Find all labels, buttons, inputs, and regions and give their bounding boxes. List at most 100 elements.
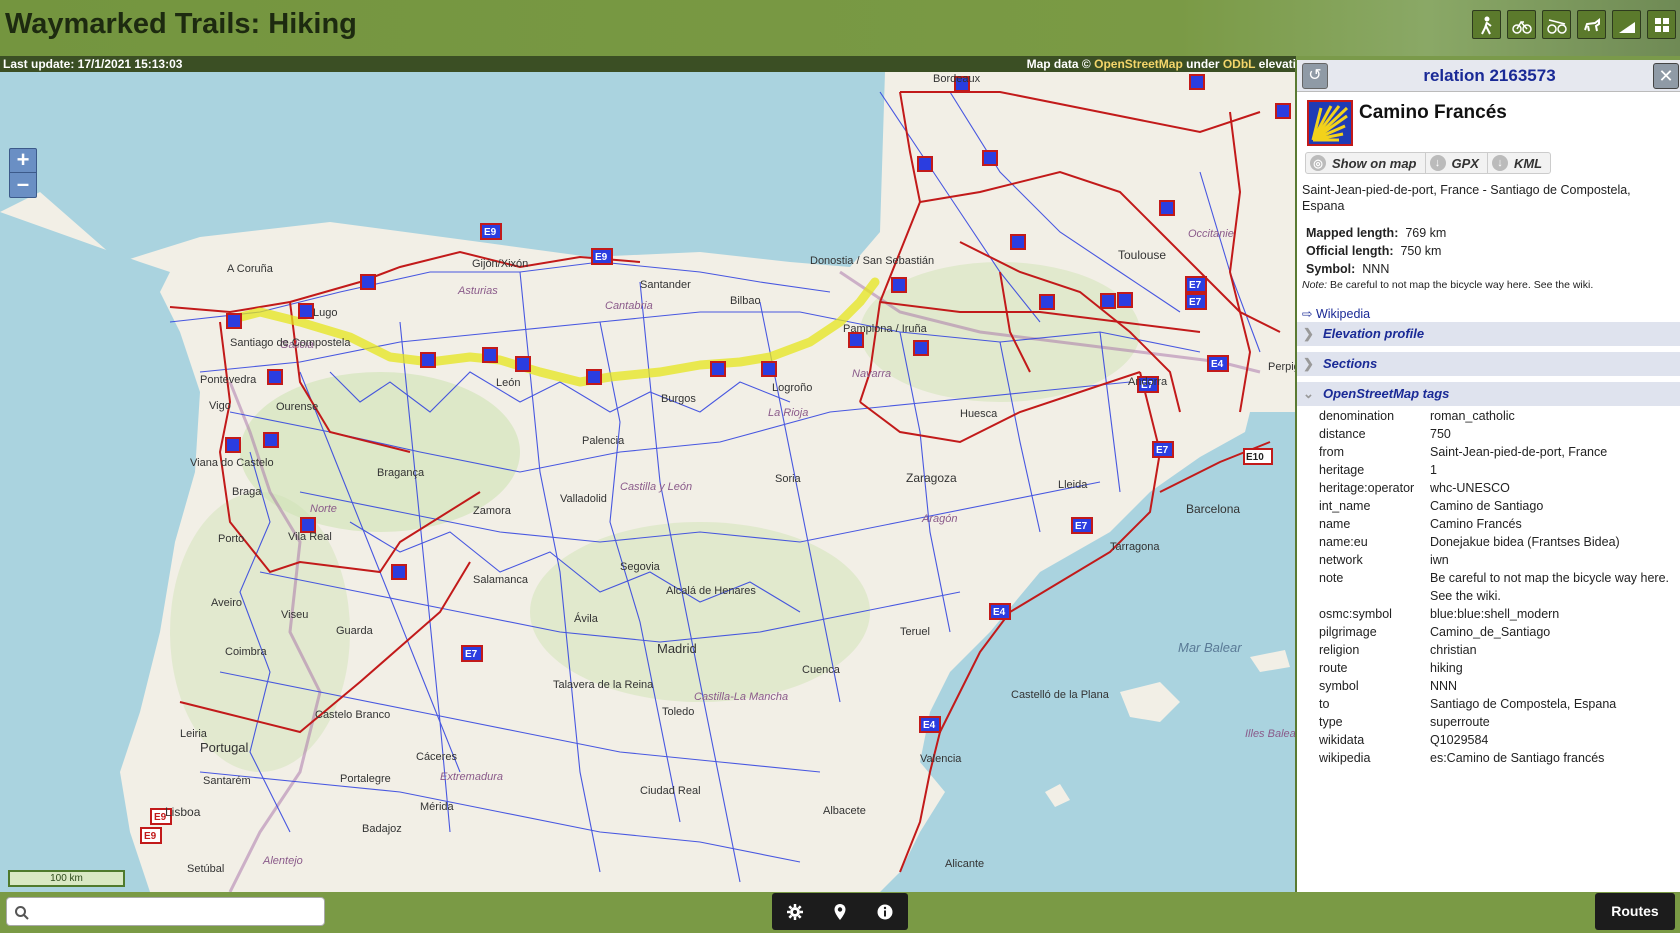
tag-row: heritage 1 xyxy=(1319,461,1674,479)
place-label: Segovia xyxy=(620,561,661,573)
tag-key: name xyxy=(1319,517,1351,531)
place-label: Madrid xyxy=(657,641,697,656)
menorca-island xyxy=(1250,650,1290,672)
download-icon: ↓ xyxy=(1491,155,1508,171)
tag-value: Camino Francés xyxy=(1430,517,1522,531)
tag-key: int_name xyxy=(1319,499,1371,513)
place-label: Illes Balears xyxy=(1245,728,1295,740)
slopes-icon[interactable] xyxy=(1612,10,1641,39)
wikipedia-link[interactable]: ⇨ Wikipedia xyxy=(1302,306,1370,321)
info-icon xyxy=(877,904,893,919)
section-label: OpenStreetMap tags xyxy=(1323,386,1450,401)
tag-value: Q1029584 xyxy=(1430,733,1489,747)
tag-key: denomination xyxy=(1319,409,1395,423)
place-label: Porto xyxy=(218,533,244,545)
tag-value: Donejakue bidea (Frantses Bidea) xyxy=(1430,535,1620,549)
tag-row: name:eu Donejakue bidea (Frantses Bidea) xyxy=(1319,533,1674,551)
app-title[interactable]: Waymarked Trails: Hiking xyxy=(5,8,357,41)
place-label: A Coruña xyxy=(227,263,274,275)
symbol-label: Symbol: xyxy=(1306,262,1356,276)
map-svg[interactable]: E9 E9 E7 E7 E7 E7 E7 E4 E4 E4 E10 E9 E9 … xyxy=(0,72,1295,892)
tag-value: 1 xyxy=(1430,463,1437,477)
odbl-link[interactable]: ODbL xyxy=(1223,57,1255,71)
tag-key: name:eu xyxy=(1319,535,1368,549)
theme-switcher xyxy=(1472,10,1676,39)
tag-row: to Santiago de Compostela, Espana xyxy=(1319,695,1674,713)
tag-key: pilgrimage xyxy=(1319,625,1377,639)
tag-value: roman_catholic xyxy=(1430,409,1515,423)
place-label: Santander xyxy=(640,279,691,291)
kml-download-button[interactable]: ↓ KML xyxy=(1488,153,1550,173)
cycling-icon[interactable] xyxy=(1507,10,1536,39)
place-label: Toulouse xyxy=(1118,248,1166,262)
scale-bar: 100 km xyxy=(8,870,125,887)
riding-icon[interactable] xyxy=(1577,10,1606,39)
zoom-out-button[interactable]: – xyxy=(10,173,36,197)
mtb-icon[interactable] xyxy=(1542,10,1571,39)
tag-value: iwn xyxy=(1430,553,1449,567)
attribution-prefix: Map data © xyxy=(1026,57,1091,71)
settings-button[interactable] xyxy=(772,893,817,930)
place-label: Zamora xyxy=(473,505,512,517)
tag-value: Saint-Jean-pied-de-port, France xyxy=(1430,445,1608,459)
show-on-map-button[interactable]: ◎ Show on map xyxy=(1306,153,1426,173)
place-label: Teruel xyxy=(900,626,930,638)
osm-link[interactable]: OpenStreetMap xyxy=(1094,57,1183,71)
trail-badge: E9 xyxy=(595,252,608,263)
place-label: Ávila xyxy=(574,612,599,625)
osm-tags-section[interactable]: ⌄ OpenStreetMap tags xyxy=(1297,382,1680,406)
place-label: Pamplona / Iruña xyxy=(843,323,928,335)
search-input[interactable] xyxy=(35,902,320,922)
tag-row: route hiking xyxy=(1319,659,1674,677)
tag-row: int_name Camino de Santiago xyxy=(1319,497,1674,515)
trail-badge: E4 xyxy=(923,720,936,731)
gpx-download-button[interactable]: ↓ GPX xyxy=(1426,153,1488,173)
route-stats: Mapped length: 769 km Official length: 7… xyxy=(1306,224,1446,278)
route-name: Camino Francés xyxy=(1359,102,1507,123)
place-label: Coimbra xyxy=(225,646,267,658)
place-label: Salamanca xyxy=(473,574,529,586)
tag-value: hiking xyxy=(1430,661,1463,675)
place-label: Cantabria xyxy=(605,300,653,312)
skating-icon[interactable] xyxy=(1647,10,1676,39)
hiking-icon[interactable] xyxy=(1472,10,1501,39)
trail-badge: E4 xyxy=(993,607,1006,618)
routes-button[interactable]: Routes xyxy=(1595,893,1675,930)
official-length-value: 750 km xyxy=(1400,244,1442,258)
sections-section[interactable]: ❯ Sections xyxy=(1297,352,1680,376)
tag-value: superroute xyxy=(1430,715,1490,729)
place-label: Cáceres xyxy=(416,751,457,763)
attribution: Map data © OpenStreetMap under ODbL elev… xyxy=(1027,56,1296,72)
tag-key: type xyxy=(1319,715,1343,729)
tag-key: osmc:symbol xyxy=(1319,607,1392,621)
place-label: Asturias xyxy=(457,285,498,297)
tag-row: osmc:symbol blue:blue:shell_modern xyxy=(1319,605,1674,623)
show-on-map-label: Show on map xyxy=(1332,155,1417,171)
ibiza-island xyxy=(1045,784,1070,807)
place-label: León xyxy=(496,377,520,389)
mapped-length-value: 769 km xyxy=(1405,226,1447,240)
tag-value: 750 xyxy=(1430,427,1451,441)
trail-badge: E7 xyxy=(1075,521,1088,532)
tag-key: from xyxy=(1319,445,1344,459)
info-button[interactable] xyxy=(863,893,908,930)
elevation-profile-section[interactable]: ❯ Elevation profile xyxy=(1297,322,1680,346)
tag-row: from Saint-Jean-pied-de-port, France xyxy=(1319,443,1674,461)
location-button[interactable] xyxy=(817,893,862,930)
place-label: Alcalá de Henares xyxy=(666,585,756,597)
kml-label: KML xyxy=(1513,155,1543,171)
attribution-under: under xyxy=(1186,57,1220,71)
location-pin-icon xyxy=(834,903,846,920)
place-label: Perpignan xyxy=(1268,361,1295,373)
map-canvas[interactable]: E9 E9 E7 E7 E7 E7 E7 E4 E4 E4 E10 E9 E9 … xyxy=(0,72,1295,892)
place-label: Mérida xyxy=(420,801,455,813)
close-icon[interactable]: ✕ xyxy=(1653,63,1679,89)
zoom-in-button[interactable]: + xyxy=(10,149,36,173)
settings-icon xyxy=(786,903,803,920)
tag-value: es:Camino de Santiago francés xyxy=(1430,751,1605,765)
status-bar: Last update: 17/1/2021 15:13:03 Map data… xyxy=(0,56,1296,72)
chevron-right-icon: ❯ xyxy=(1303,326,1314,341)
tag-value: Santiago de Compostela, Espana xyxy=(1430,697,1617,711)
place-label: Valencia xyxy=(920,753,962,765)
place-label: Castelló de la Plana xyxy=(1011,689,1110,701)
